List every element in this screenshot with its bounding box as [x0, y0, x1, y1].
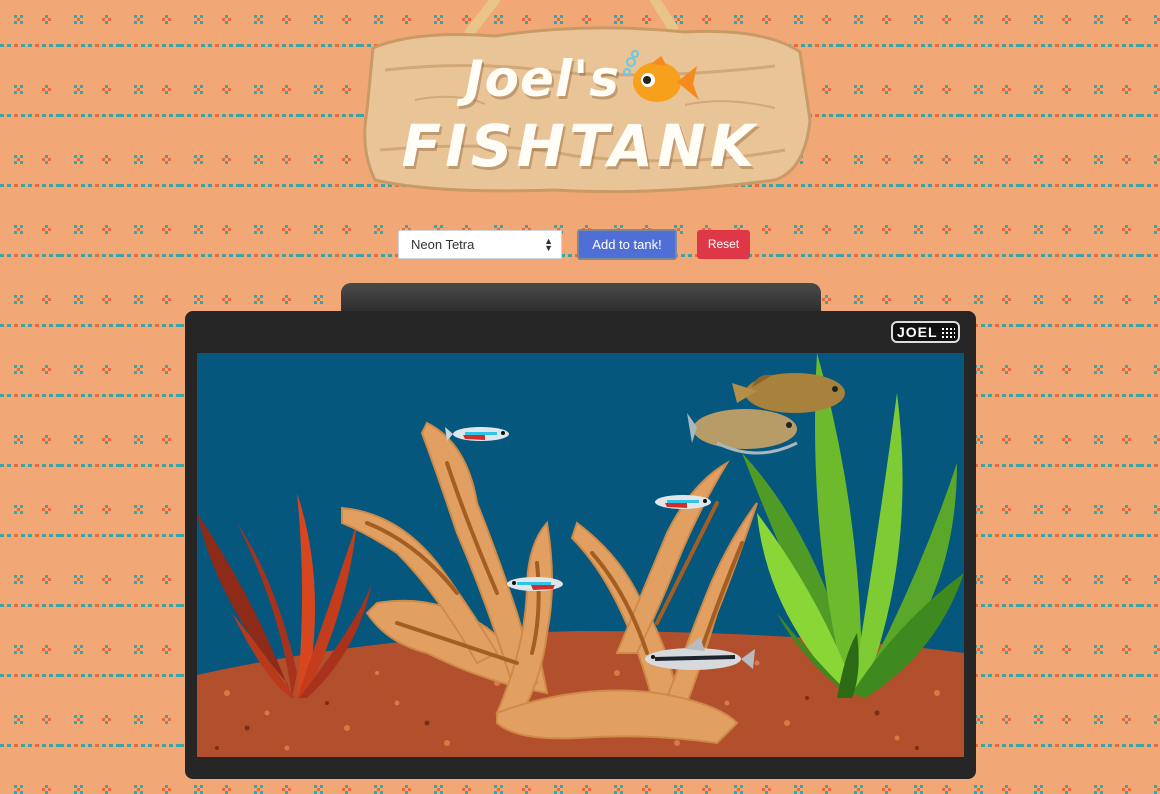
grid-icon — [942, 326, 955, 338]
brand-badge: JOEL — [891, 321, 960, 343]
add-to-tank-button[interactable]: Add to tank! — [577, 229, 677, 260]
brand-label: JOEL — [897, 324, 938, 340]
fish-type-select[interactable]: Neon Tetra ▲ ▼ — [398, 230, 562, 259]
neon-tetra-fish — [655, 495, 711, 509]
neon-tetra-fish — [507, 577, 563, 591]
title-line-1: Joel's — [465, 50, 621, 108]
reset-button[interactable]: Reset — [697, 230, 750, 259]
updown-caret-icon: ▲ ▼ — [544, 236, 553, 253]
tank-water — [197, 353, 964, 757]
title-line-2: FISHTANK — [401, 112, 759, 180]
fish-type-selected: Neon Tetra — [411, 237, 475, 252]
title-sign: Joel's FISHTANK — [355, 0, 815, 200]
